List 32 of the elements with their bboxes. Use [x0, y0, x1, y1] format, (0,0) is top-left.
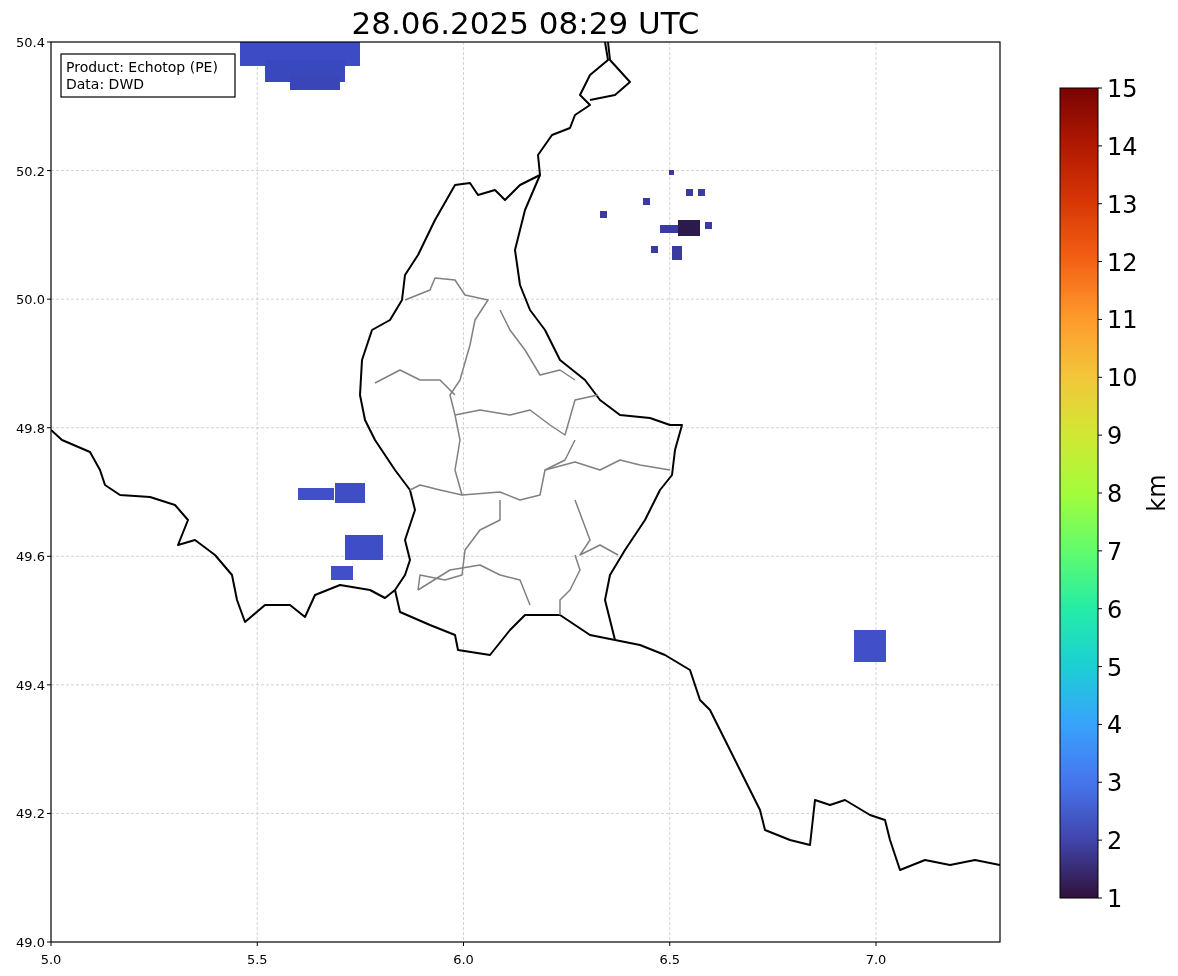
axis-tick-label: 7.0 — [865, 952, 887, 967]
axis-tick-label: 6.0 — [453, 952, 474, 967]
colorbar-tick-label: 10 — [1107, 364, 1138, 393]
colorbar-tick-label: 8 — [1107, 480, 1123, 508]
axis-tick-label: 49.2 — [16, 806, 45, 822]
axis-tick-label: 49.4 — [16, 677, 45, 693]
axis-tick-label: 50.0 — [16, 292, 45, 308]
colorbar-tick-label: 12 — [1107, 248, 1138, 277]
info-text: Data: DWD — [66, 76, 144, 92]
axis-tick-label: 49.8 — [16, 420, 45, 436]
axis-tick-label: 6.5 — [659, 952, 681, 967]
colorbar-tick-label: 11 — [1107, 306, 1138, 335]
colorbar-tick-label: 5 — [1107, 653, 1123, 682]
colorbar-tick-label: 14 — [1107, 132, 1138, 161]
colorbar-tick-label: 7 — [1107, 537, 1123, 566]
axis-tick-label: 50.2 — [16, 163, 45, 179]
colorbar-tick-label: 6 — [1107, 595, 1123, 624]
colorbar-label: km — [1143, 474, 1171, 512]
info-text: Product: Echotop (PE) — [66, 59, 218, 75]
axis-tick-label: 5.5 — [246, 952, 268, 967]
axis-tick-label: 50.4 — [16, 35, 45, 50]
axis-tick-label: 5.0 — [40, 952, 62, 967]
colorbar-tick-label: 1 — [1107, 885, 1123, 913]
plot-title: 28.06.2025 08:29 UTC — [351, 5, 700, 41]
colorbar-tick-label: 13 — [1107, 190, 1138, 219]
axis-tick-label: 49.6 — [16, 549, 45, 565]
colorbar-tick-label: 9 — [1107, 422, 1123, 451]
colorbar-tick-label: 4 — [1107, 711, 1123, 740]
colorbar-tick-label: 15 — [1107, 75, 1138, 103]
colorbar-tick-label: 2 — [1107, 827, 1123, 856]
colorbar-tick-label: 3 — [1107, 769, 1123, 798]
axis-tick-label: 49.0 — [16, 935, 45, 950]
